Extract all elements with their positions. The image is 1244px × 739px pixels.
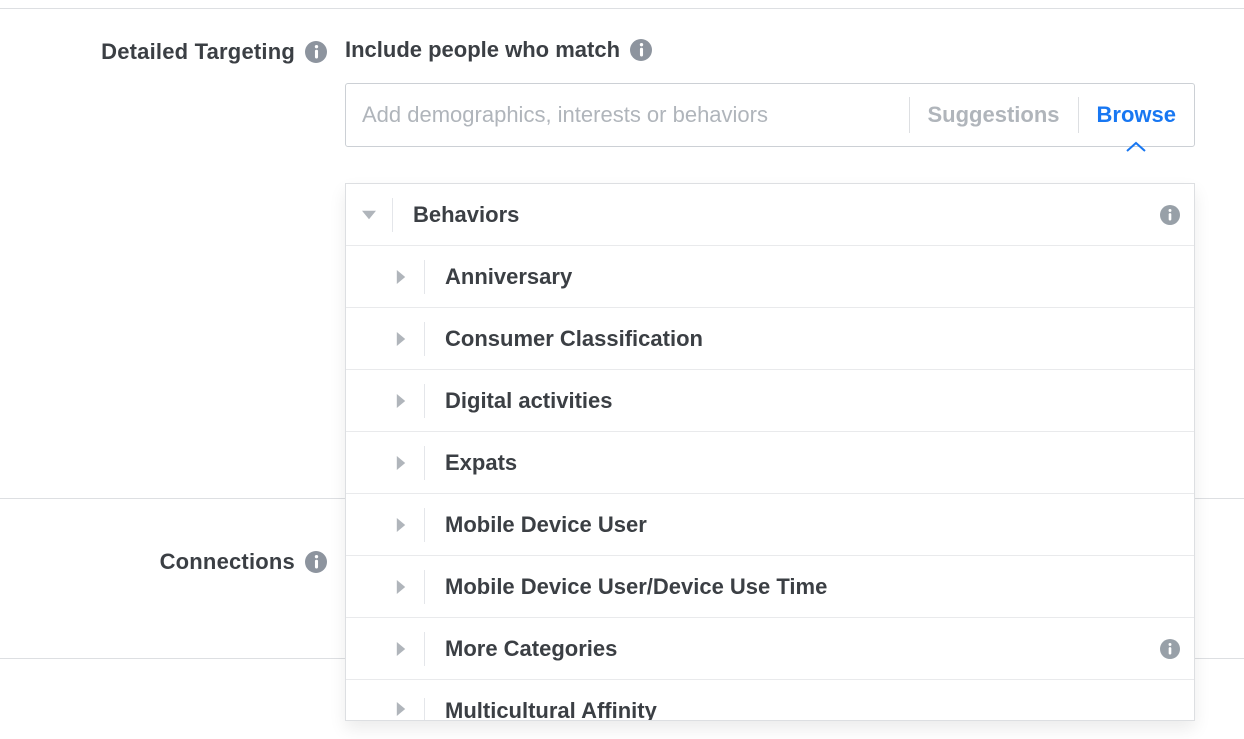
caret-right-icon (378, 246, 424, 307)
caret-right-icon (378, 370, 424, 431)
chevron-up-icon (1125, 133, 1147, 159)
info-icon[interactable] (1160, 205, 1180, 225)
include-label: Include people who match (345, 37, 620, 63)
subcategory-more-categories[interactable]: More Categories (346, 618, 1194, 680)
connections-label: Connections (160, 549, 295, 575)
info-icon[interactable] (630, 39, 652, 61)
caret-right-icon (378, 494, 424, 555)
divider (424, 508, 425, 542)
subcategory-label: Digital activities (445, 388, 1180, 414)
browse-link[interactable]: Browse (1078, 97, 1194, 133)
caret-right-icon (378, 432, 424, 493)
divider (424, 570, 425, 604)
category-behaviors[interactable]: Behaviors (346, 184, 1194, 246)
info-icon[interactable] (305, 41, 327, 63)
subcategory-label: Anniversary (445, 264, 1180, 290)
subcategory-multicultural-affinity[interactable]: Multicultural Affinity (346, 680, 1194, 720)
targeting-input-container: Suggestions Browse (345, 83, 1195, 147)
browse-dropdown: Behaviors Anniversary (345, 183, 1195, 721)
page: Detailed Targeting Include people who ma… (0, 8, 1244, 739)
info-icon[interactable] (1160, 639, 1180, 659)
subcategory-label: Mobile Device User/Device Use Time (445, 574, 1180, 600)
divider (424, 632, 425, 666)
empty-label-col (0, 659, 345, 689)
detailed-targeting-label: Detailed Targeting (101, 39, 295, 65)
subcategory-consumer-classification[interactable]: Consumer Classification (346, 308, 1194, 370)
include-label-row: Include people who match (345, 37, 1244, 63)
subcategory-expats[interactable]: Expats (346, 432, 1194, 494)
subcategory-anniversary[interactable]: Anniversary (346, 246, 1194, 308)
divider (424, 260, 425, 294)
subcategory-label: Consumer Classification (445, 326, 1180, 352)
caret-right-icon (378, 556, 424, 617)
divider (392, 198, 393, 232)
detailed-targeting-label-col: Detailed Targeting (0, 9, 345, 65)
subcategory-label: Expats (445, 450, 1180, 476)
category-label: Behaviors (413, 202, 1150, 228)
divider (424, 446, 425, 480)
divider (424, 322, 425, 356)
subcategory-label: Multicultural Affinity (445, 698, 1180, 720)
suggestions-link: Suggestions (909, 97, 1078, 133)
caret-right-icon (378, 618, 424, 679)
subcategory-mobile-device-user-time[interactable]: Mobile Device User/Device Use Time (346, 556, 1194, 618)
detailed-targeting-section: Detailed Targeting Include people who ma… (0, 9, 1244, 499)
info-icon[interactable] (305, 551, 327, 573)
browse-label: Browse (1097, 102, 1176, 128)
divider (424, 384, 425, 418)
divider (424, 698, 425, 720)
connections-label-col: Connections (0, 499, 345, 625)
targeting-input[interactable] (346, 102, 909, 128)
caret-right-icon (378, 308, 424, 369)
caret-down-icon (346, 184, 392, 245)
subcategory-digital-activities[interactable]: Digital activities (346, 370, 1194, 432)
subcategory-label: Mobile Device User (445, 512, 1180, 538)
subcategory-label: More Categories (445, 636, 1150, 662)
detailed-targeting-content: Include people who match Suggestions Bro… (345, 9, 1244, 147)
subcategory-mobile-device-user[interactable]: Mobile Device User (346, 494, 1194, 556)
caret-right-icon (378, 698, 424, 720)
